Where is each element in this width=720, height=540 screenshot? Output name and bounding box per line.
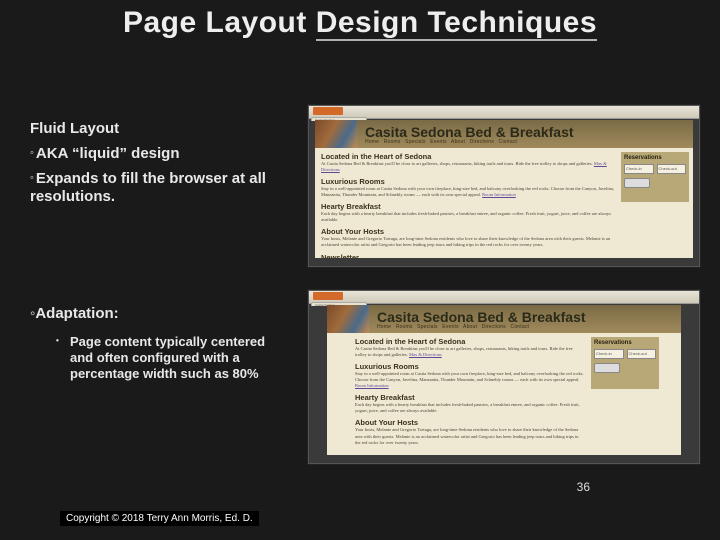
site-header: Casita Sedona Bed & Breakfast Home Rooms… xyxy=(315,120,693,148)
checkout-field: Check-out xyxy=(627,349,657,359)
main-column: Located in the Heart of SedonaAt Casita … xyxy=(321,152,617,254)
reserve-button xyxy=(594,363,620,373)
bullet-adaptation: ◦Adaptation: xyxy=(30,305,310,324)
title-underlined: Design Techniques xyxy=(316,6,597,41)
content-left-lower: ◦Adaptation: • Page content typically ce… xyxy=(30,305,310,383)
header-photo xyxy=(327,305,369,333)
sub-bullet: • Page content typically centered and of… xyxy=(70,334,280,383)
sub-bullet-dot-icon: • xyxy=(56,336,59,346)
section-heading: Fluid Layout xyxy=(30,120,310,139)
reservation-box: Reservations Check-in Check-out xyxy=(591,337,659,389)
header-photo xyxy=(315,120,357,148)
page-body-centered: Casita Sedona Bed & Breakfast Home Rooms… xyxy=(327,305,681,455)
page-body: Casita Sedona Bed & Breakfast Home Rooms… xyxy=(315,120,693,258)
site-nav: Home Rooms Specials Events About Directi… xyxy=(365,139,517,145)
content-area: Located in the Heart of SedonaAt Casita … xyxy=(315,148,693,258)
checkin-field: Check-in xyxy=(624,164,654,174)
slide-title: Page Layout Design Techniques xyxy=(0,6,720,40)
browser-menu-icon xyxy=(313,107,343,115)
browser-titlebar xyxy=(309,291,699,304)
content-left-upper: Fluid Layout ◦AKA “liquid” design ◦Expan… xyxy=(30,120,310,213)
site-title-text: Casita Sedona Bed & Breakfast xyxy=(365,124,574,140)
site-title-text: Casita Sedona Bed & Breakfast xyxy=(377,309,586,325)
screenshot-centered: Casita Sedona Casita Sedona Bed & Breakf… xyxy=(308,290,700,464)
screenshot-fluid: Casita Sedona Casita Sedona Bed & Breakf… xyxy=(308,105,700,267)
browser-titlebar xyxy=(309,106,699,119)
site-nav: Home Rooms Specials Events About Directi… xyxy=(377,324,529,330)
title-prefix: Page Layout xyxy=(123,6,316,39)
copyright-text: Copyright © 2018 Terry Ann Morris, Ed. D… xyxy=(60,511,259,526)
content-area: Located in the Heart of SedonaAt Casita … xyxy=(327,333,681,455)
page-number: 36 xyxy=(577,480,590,494)
bullet-aka: ◦AKA “liquid” design xyxy=(30,145,310,164)
reserve-button xyxy=(624,178,650,188)
checkin-field: Check-in xyxy=(594,349,624,359)
bullet-dot-icon: ◦ xyxy=(30,147,34,159)
browser-menu-icon xyxy=(313,292,343,300)
main-column: Located in the Heart of SedonaAt Casita … xyxy=(355,337,585,451)
site-header: Casita Sedona Bed & Breakfast Home Rooms… xyxy=(327,305,681,333)
bullet-expands: ◦Expands to fill the browser at all reso… xyxy=(30,170,310,208)
checkout-field: Check-out xyxy=(657,164,687,174)
reservation-box: Reservations Check-in Check-out xyxy=(621,152,689,202)
slide: Page Layout Design Techniques Fluid Layo… xyxy=(0,0,720,540)
bullet-dot-icon: ◦ xyxy=(30,172,34,184)
